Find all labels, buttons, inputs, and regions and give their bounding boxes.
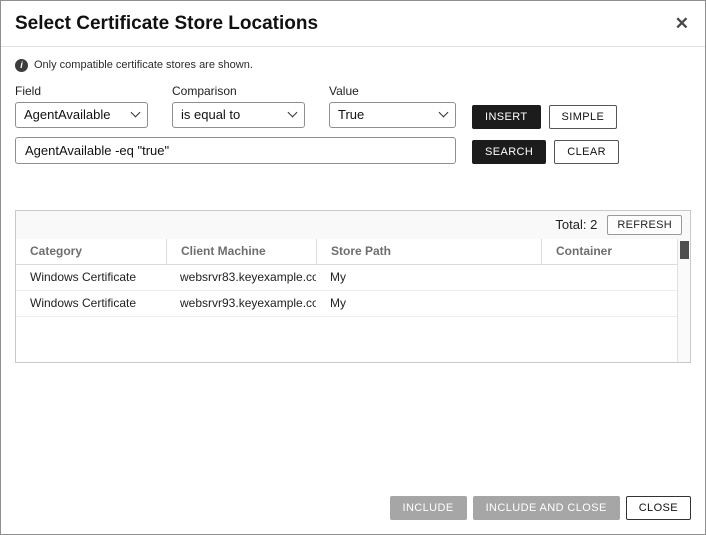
table-body: Windows Certificate websrvr83.keyexample… [16,265,690,362]
search-button[interactable]: SEARCH [472,140,546,164]
table-header-row: Category Client Machine Store Path Conta… [16,239,690,265]
query-row [15,137,456,164]
table-scrollbar[interactable] [677,239,690,362]
chevron-down-icon [288,108,298,118]
value-select-value: True [338,107,364,122]
filter-area: Field AgentAvailable Comparison is equal… [15,84,691,164]
search-clear-row: SEARCH CLEAR [472,140,619,164]
cell-client-machine: websrvr93.keyexample.com [166,296,316,310]
table-row[interactable]: Windows Certificate websrvr83.keyexample… [16,265,690,291]
cell-store-path: My [316,296,541,310]
clear-button[interactable]: CLEAR [554,140,619,164]
value-label: Value [329,84,456,98]
filter-buttons: INSERT SIMPLE SEARCH CLEAR [472,84,619,164]
close-button[interactable]: CLOSE [626,496,691,520]
info-banner: i Only compatible certificate stores are… [15,59,691,72]
info-text: Only compatible certificate stores are s… [34,59,253,71]
include-button[interactable]: INCLUDE [390,496,467,520]
chevron-down-icon [131,108,141,118]
cell-category: Windows Certificate [16,270,166,284]
field-group: Field AgentAvailable [15,84,148,128]
comparison-label: Comparison [172,84,305,98]
field-label: Field [15,84,148,98]
dialog-footer: INCLUDE INCLUDE AND CLOSE CLOSE [15,496,691,520]
column-header-client-machine: Client Machine [166,239,316,264]
insert-button[interactable]: INSERT [472,105,541,129]
close-icon[interactable]: ✕ [673,13,691,34]
simple-button[interactable]: SIMPLE [549,105,618,129]
chevron-down-icon [439,108,449,118]
filter-left: Field AgentAvailable Comparison is equal… [15,84,456,164]
field-select[interactable]: AgentAvailable [15,102,148,128]
total-count: Total: 2 [555,217,597,232]
value-select[interactable]: True [329,102,456,128]
title-divider [1,46,705,47]
table-main: Category Client Machine Store Path Conta… [16,239,690,362]
comparison-select-value: is equal to [181,107,240,122]
info-icon: i [15,59,28,72]
comparison-group: Comparison is equal to [172,84,305,128]
comparison-select[interactable]: is equal to [172,102,305,128]
column-header-category: Category [16,239,166,264]
query-input[interactable] [15,137,456,164]
dialog-header: Select Certificate Store Locations ✕ [15,13,691,36]
cell-category: Windows Certificate [16,296,166,310]
cell-store-path: My [316,270,541,284]
refresh-button[interactable]: REFRESH [607,215,682,235]
field-select-value: AgentAvailable [24,107,111,122]
insert-simple-row: INSERT SIMPLE [472,105,619,129]
column-header-container: Container [541,239,690,264]
cell-client-machine: websrvr83.keyexample.com [166,270,316,284]
value-group: Value True [329,84,456,128]
include-and-close-button[interactable]: INCLUDE AND CLOSE [473,496,620,520]
table-topbar: Total: 2 REFRESH [16,211,690,239]
select-certificate-store-dialog: Select Certificate Store Locations ✕ i O… [0,0,706,535]
scrollbar-thumb[interactable] [680,241,689,259]
table-row[interactable]: Windows Certificate websrvr93.keyexample… [16,291,690,317]
column-header-store-path: Store Path [316,239,541,264]
results-table: Total: 2 REFRESH Category Client Machine… [15,210,691,363]
filter-selects-row: Field AgentAvailable Comparison is equal… [15,84,456,128]
page-title: Select Certificate Store Locations [15,13,318,36]
